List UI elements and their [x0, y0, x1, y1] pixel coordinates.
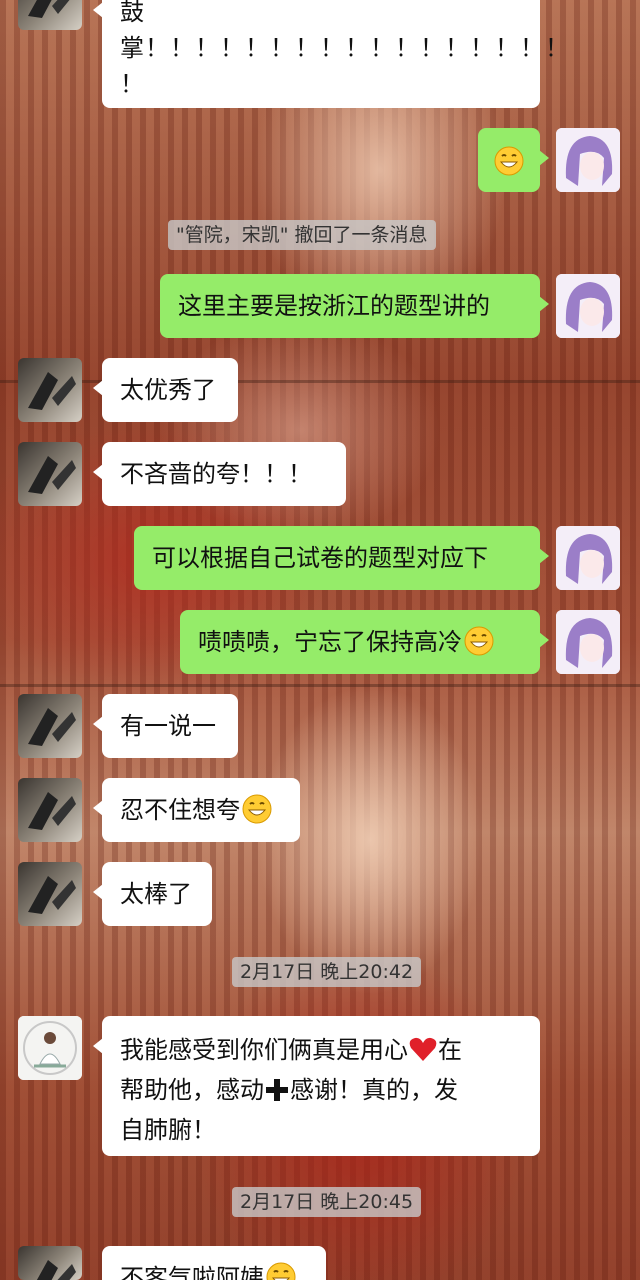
message-text: 不吝啬的夸！！！: [120, 460, 312, 488]
message-bubble[interactable]: [478, 128, 549, 192]
message-text: 不客气啦阿姨: [120, 1264, 264, 1280]
grinning-face-icon: [266, 1262, 296, 1280]
message-text: 有一说一: [120, 712, 216, 740]
message-bubble[interactable]: 有一说一: [93, 694, 238, 758]
friend-avatar[interactable]: [18, 862, 82, 926]
message-text: 这里主要是按浙江的题型讲的: [178, 292, 490, 320]
grinning-face-icon: [464, 626, 494, 656]
timestamp: 2月17日 晚上20:42: [232, 957, 422, 987]
message-text: 在: [438, 1036, 462, 1064]
anime-girl-avatar-icon: [556, 610, 620, 674]
friend-avatar-icon: [28, 708, 76, 746]
friend-avatar[interactable]: [18, 358, 82, 422]
friend-avatar[interactable]: [18, 694, 82, 758]
my-avatar[interactable]: [556, 526, 620, 590]
friend-avatar-icon: [28, 792, 76, 830]
aunt-avatar[interactable]: [18, 1016, 82, 1080]
friend-avatar-icon: [28, 0, 70, 18]
message-text: 感谢！真的，发: [290, 1076, 458, 1104]
message-bubble[interactable]: 太优秀了: [93, 358, 238, 422]
plus-icon: [265, 1076, 289, 1112]
message-text: 啧啧啧，宁忘了保持高冷: [198, 628, 462, 656]
my-avatar[interactable]: [556, 610, 620, 674]
message-bubble[interactable]: 这里主要是按浙江的题型讲的: [160, 274, 549, 338]
message-text: 自肺腑！: [120, 1116, 216, 1144]
message-bubble[interactable]: 忍不住想夸: [93, 778, 300, 842]
message-text: 帮助他，感动: [120, 1076, 264, 1104]
grinning-face-icon: [494, 146, 524, 176]
friend-avatar[interactable]: [18, 1246, 82, 1280]
message-text-line: 鼓: [120, 0, 144, 26]
friend-avatar[interactable]: [18, 778, 82, 842]
message-bubble[interactable]: 我能感受到你们俩真是用心 在帮助他，感动 感谢！真的，发自肺腑！: [93, 1016, 540, 1156]
message-text-line: 掌！！！！！！！！！！！！！！！！！: [120, 34, 570, 62]
message-bubble[interactable]: 太棒了: [93, 862, 212, 926]
grinning-face-icon: [242, 794, 272, 824]
friend-avatar-icon: [28, 372, 76, 410]
anime-girl-avatar-icon: [556, 128, 620, 192]
my-avatar[interactable]: [556, 274, 620, 338]
red-heart-icon: [409, 1036, 437, 1072]
my-avatar[interactable]: [556, 128, 620, 192]
message-text: 太优秀了: [120, 376, 216, 404]
recall-notice: "管院，宋凯" 撤回了一条消息: [168, 220, 436, 250]
timestamp: 2月17日 晚上20:45: [232, 1187, 422, 1217]
meditation-avatar-icon: [18, 1016, 82, 1080]
friend-avatar[interactable]: [18, 0, 82, 30]
anime-girl-avatar-icon: [556, 526, 620, 590]
message-text: 我能感受到你们俩真是用心: [120, 1036, 408, 1064]
message-text-line: ！: [120, 70, 144, 98]
message-bubble[interactable]: 鼓 掌！！！！！！！！！！！！！！！！！ ！: [93, 0, 570, 108]
anime-girl-avatar-icon: [556, 274, 620, 338]
friend-avatar[interactable]: [18, 442, 82, 506]
message-bubble[interactable]: 不吝啬的夸！！！: [93, 442, 346, 506]
message-bubble[interactable]: 不客气啦阿姨: [102, 1246, 326, 1280]
friend-avatar-icon: [36, 1260, 76, 1280]
message-text: 可以根据自己试卷的题型对应下: [152, 544, 488, 572]
message-text: 忍不住想夸: [120, 796, 240, 824]
message-bubble[interactable]: 啧啧啧，宁忘了保持高冷: [180, 610, 549, 674]
background-band: [0, 684, 640, 687]
message-bubble[interactable]: 可以根据自己试卷的题型对应下: [134, 526, 549, 590]
friend-avatar-icon: [28, 876, 76, 914]
friend-avatar-icon: [28, 456, 76, 494]
message-text: 太棒了: [120, 880, 192, 908]
